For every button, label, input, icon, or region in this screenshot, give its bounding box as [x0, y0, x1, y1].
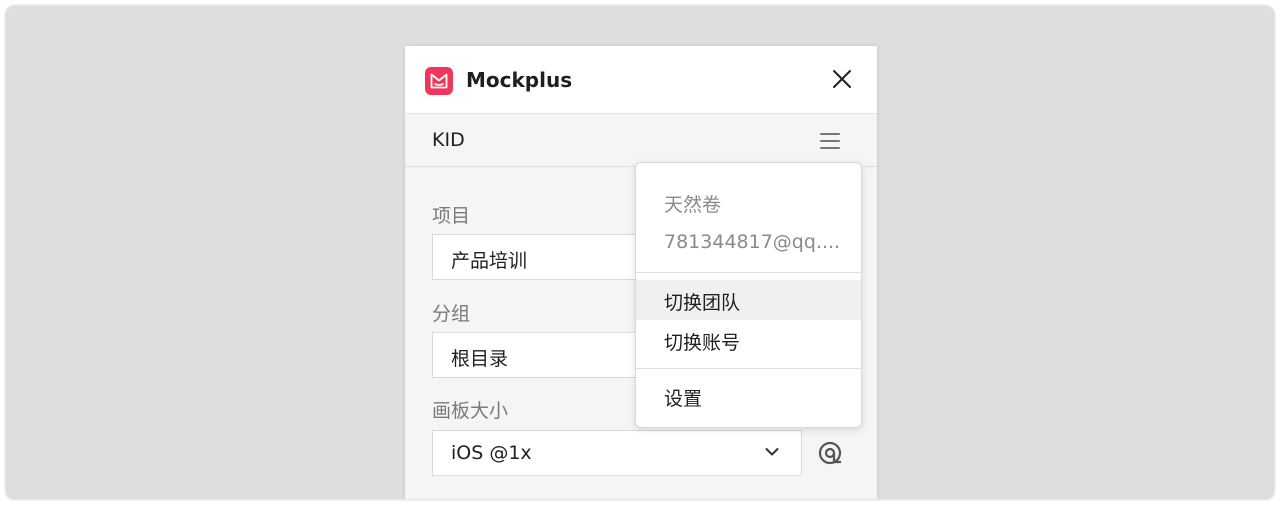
menu-item-settings[interactable]: 设置 — [636, 376, 861, 416]
canvas-size-value: iOS @1x — [451, 442, 532, 464]
at-sign-icon[interactable] — [817, 440, 843, 466]
user-bar: KID — [405, 115, 877, 167]
user-name: KID — [432, 129, 465, 151]
title-bar: Mockplus — [405, 46, 877, 114]
mockplus-logo-icon — [425, 67, 453, 95]
account-display-name: 天然卷 — [664, 194, 722, 216]
close-icon[interactable] — [831, 68, 853, 90]
menu-item-label: 设置 — [664, 388, 703, 410]
screenshot-frame: Mockplus KID 项目 产品培训 分组 根目录 画板大小 iOS @1x… — [5, 5, 1275, 500]
project-label: 项目 — [432, 205, 471, 227]
menu-item-switch-account[interactable]: 切换账号 — [636, 320, 861, 360]
divider — [636, 272, 861, 273]
menu-item-label: 切换账号 — [664, 332, 741, 354]
chevron-down-icon — [765, 448, 779, 456]
menu-item-label: 切换团队 — [664, 292, 741, 314]
menu-item-switch-team[interactable]: 切换团队 — [636, 280, 861, 320]
project-value: 产品培训 — [451, 250, 528, 272]
canvas-size-label: 画板大小 — [432, 400, 509, 422]
group-value: 根目录 — [451, 348, 509, 370]
app-title: Mockplus — [466, 68, 573, 92]
account-email: 781344817@qq.... — [664, 231, 841, 253]
account-dropdown-menu: 天然卷 781344817@qq.... 切换团队 切换账号 设置 — [635, 162, 862, 428]
group-label: 分组 — [432, 303, 471, 325]
hamburger-menu-icon[interactable] — [819, 130, 841, 152]
canvas-size-select[interactable]: iOS @1x — [432, 430, 802, 476]
divider — [636, 368, 861, 369]
